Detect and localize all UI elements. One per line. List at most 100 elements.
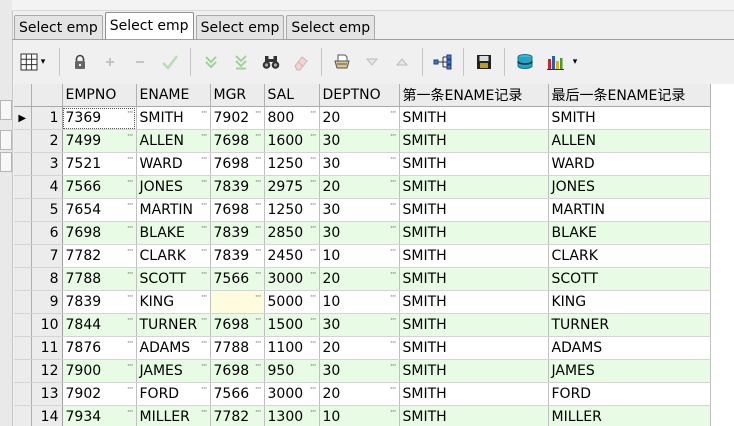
cell-editor-dots[interactable]: ··· xyxy=(127,108,134,118)
cell-editor-dots[interactable]: ··· xyxy=(390,407,397,417)
table-cell[interactable]: ADAMS ··· xyxy=(136,336,211,360)
row-number[interactable]: 5 xyxy=(31,198,63,222)
cell-editor-dots[interactable]: ··· xyxy=(310,246,317,256)
cell-editor-dots[interactable]: ··· xyxy=(127,269,134,279)
row-indicator[interactable] xyxy=(14,290,32,314)
table-cell[interactable]: FORD xyxy=(548,382,711,406)
cell-editor-dots[interactable]: ··· xyxy=(390,361,397,371)
cell-editor-dots[interactable]: ··· xyxy=(255,131,262,141)
cell-editor-dots[interactable]: ··· xyxy=(201,154,208,164)
tab-select-emp-3[interactable]: Select emp xyxy=(195,15,285,40)
table-cell[interactable]: 30 ··· xyxy=(319,152,400,176)
row-number[interactable]: 1 xyxy=(31,106,63,130)
table-cell[interactable]: SMITH xyxy=(399,359,549,383)
cell-editor-dots[interactable]: ··· xyxy=(390,338,397,348)
table-cell[interactable]: 30 ··· xyxy=(319,198,400,222)
table-row[interactable]: 11 7876 ··· ADAMS ··· 7788 ··· 1100 ··· 20 ··· SMIT… xyxy=(14,336,711,360)
cell-editor-dots[interactable]: ··· xyxy=(255,384,262,394)
row-number[interactable]: 2 xyxy=(31,129,63,153)
grid-dropdown-chevron[interactable]: ▾ xyxy=(38,57,48,67)
table-row[interactable]: 7 7782 ··· CLARK ··· 7839 ··· 2450 ··· 10 ··· SMITH… xyxy=(14,244,711,268)
cell-editor-dots[interactable]: ··· xyxy=(255,269,262,279)
table-cell[interactable]: 7369 ··· xyxy=(62,106,137,130)
table-cell[interactable]: 7698 ··· xyxy=(62,221,137,245)
table-cell[interactable]: 7521 ··· xyxy=(62,152,137,176)
table-cell[interactable]: 7566 ··· xyxy=(210,382,265,406)
cell-editor-dots[interactable]: ··· xyxy=(390,108,397,118)
table-cell[interactable]: 1500 ··· xyxy=(264,313,320,337)
table-row[interactable]: 12 7900 ··· JAMES ··· 7698 ··· 950 ··· 30 ··· SMITH… xyxy=(14,359,711,383)
table-cell[interactable]: KING ··· xyxy=(136,290,211,314)
table-cell[interactable]: 2850 ··· xyxy=(264,221,320,245)
table-cell[interactable]: 20 ··· xyxy=(319,175,400,199)
table-cell[interactable]: SMITH xyxy=(399,313,549,337)
table-cell[interactable]: 7902 ··· xyxy=(210,106,265,130)
table-cell[interactable]: 20 ··· xyxy=(319,106,400,130)
database-icon[interactable] xyxy=(510,47,540,77)
cell-editor-dots[interactable]: ··· xyxy=(201,407,208,417)
row-indicator[interactable] xyxy=(14,359,32,383)
cell-editor-dots[interactable]: ··· xyxy=(127,338,134,348)
binoculars-icon[interactable] xyxy=(256,47,286,77)
plus-icon[interactable] xyxy=(95,47,125,77)
cell-editor-dots[interactable]: ··· xyxy=(127,246,134,256)
table-cell[interactable]: FORD ··· xyxy=(136,382,211,406)
table-cell[interactable]: 2975 ··· xyxy=(264,175,320,199)
side-handle[interactable] xyxy=(0,130,12,150)
row-indicator[interactable] xyxy=(14,129,32,153)
cell-editor-dots[interactable]: ··· xyxy=(201,384,208,394)
column-header-first-ename[interactable]: 第一条ENAME记录 xyxy=(399,84,549,107)
table-cell[interactable]: 7839 ··· xyxy=(62,290,137,314)
side-handle[interactable] xyxy=(0,100,12,120)
cell-editor-dots[interactable]: ··· xyxy=(255,315,262,325)
cell-editor-dots[interactable]: ··· xyxy=(310,269,317,279)
table-row[interactable]: 9 7839 ··· KING ··· ··· 5000 ··· 10 ··· SMITH KING xyxy=(14,290,711,314)
cell-editor-dots[interactable]: ··· xyxy=(127,154,134,164)
row-indicator[interactable] xyxy=(14,175,32,199)
cell-editor-dots[interactable]: ··· xyxy=(255,154,262,164)
column-header-mgr[interactable]: MGR xyxy=(210,84,265,107)
table-cell[interactable]: CLARK xyxy=(548,244,711,268)
cell-editor-dots[interactable]: ··· xyxy=(255,338,262,348)
table-cell[interactable]: WARD xyxy=(548,152,711,176)
cell-editor-dots[interactable]: ··· xyxy=(201,269,208,279)
chart-icon[interactable] xyxy=(540,47,570,77)
table-cell[interactable]: 7698 ··· xyxy=(210,152,265,176)
table-cell[interactable]: 30 ··· xyxy=(319,359,400,383)
table-cell[interactable]: 1100 ··· xyxy=(264,336,320,360)
cell-editor-dots[interactable]: ··· xyxy=(255,246,262,256)
triangle-up-icon[interactable] xyxy=(387,47,417,77)
table-row[interactable]: 5 7654 ··· MARTIN ··· 7698 ··· 1250 ··· 30 ··· SMIT… xyxy=(14,198,711,222)
row-number[interactable]: 14 xyxy=(31,405,63,426)
table-cell[interactable]: 2450 ··· xyxy=(264,244,320,268)
cell-editor-dots[interactable]: ··· xyxy=(255,407,262,417)
table-cell[interactable]: CLARK ··· xyxy=(136,244,211,268)
minus-icon[interactable] xyxy=(125,47,155,77)
table-row[interactable]: 2 7499 ··· ALLEN ··· 7698 ··· 1600 ··· 30 ··· SMITH… xyxy=(14,129,711,153)
row-number[interactable]: 8 xyxy=(31,267,63,291)
table-cell[interactable]: TURNER ··· xyxy=(136,313,211,337)
table-cell[interactable]: 7839 ··· xyxy=(210,221,265,245)
cell-editor-dots[interactable]: ··· xyxy=(255,108,262,118)
table-cell[interactable]: SMITH xyxy=(399,290,549,314)
table-row[interactable]: 10 7844 ··· TURNER ··· 7698 ··· 1500 ··· 30 ··· SMI… xyxy=(14,313,711,337)
cell-editor-dots[interactable]: ··· xyxy=(201,200,208,210)
column-header-last-ename[interactable]: 最后一条ENAME记录 xyxy=(548,84,711,107)
cell-editor-dots[interactable]: ··· xyxy=(390,177,397,187)
table-cell[interactable]: 10 ··· xyxy=(319,405,400,426)
table-cell[interactable]: 20 ··· xyxy=(319,267,400,291)
cell-editor-dots[interactable]: ··· xyxy=(390,200,397,210)
table-cell[interactable]: MARTIN ··· xyxy=(136,198,211,222)
arrow-down-all-icon[interactable] xyxy=(226,47,256,77)
cell-editor-dots[interactable]: ··· xyxy=(201,246,208,256)
cell-editor-dots[interactable]: ··· xyxy=(255,223,262,233)
row-number[interactable]: 10 xyxy=(31,313,63,337)
table-cell[interactable]: 3000 ··· xyxy=(264,267,320,291)
cell-editor-dots[interactable]: ··· xyxy=(310,315,317,325)
table-cell[interactable]: SMITH xyxy=(548,106,711,130)
table-cell[interactable]: ALLEN ··· xyxy=(136,129,211,153)
row-number[interactable]: 7 xyxy=(31,244,63,268)
row-number[interactable]: 12 xyxy=(31,359,63,383)
table-cell[interactable]: ALLEN xyxy=(548,129,711,153)
table-cell[interactable]: 7900 ··· xyxy=(62,359,137,383)
